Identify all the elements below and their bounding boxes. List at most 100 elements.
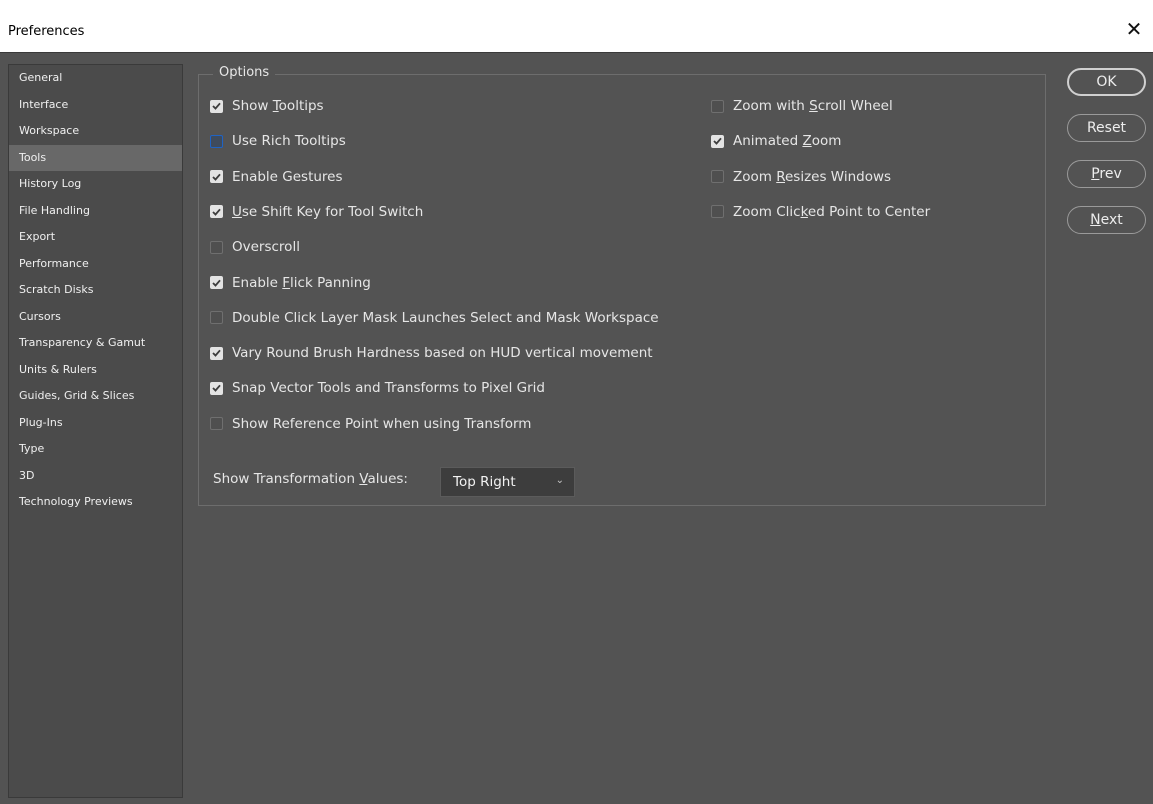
option-enable-gestures[interactable]: Enable Gestures — [210, 167, 343, 187]
option-label: Overscroll — [232, 239, 300, 255]
checkbox-checked[interactable] — [210, 170, 223, 184]
label-text: Enable Gestures — [232, 168, 343, 185]
button-label: Reset — [1086, 120, 1127, 136]
sidebar-item-units-and-rulers[interactable]: Units & Rulers — [9, 357, 182, 384]
transformation-values-select[interactable]: Top Right ⌄ — [440, 467, 575, 497]
label-text: ed Point to Center — [807, 203, 931, 220]
checkbox-checked[interactable] — [210, 99, 223, 113]
option-animated-zoom[interactable]: Animated Zoom — [711, 131, 841, 151]
sidebar-item-workspace[interactable]: Workspace — [9, 118, 182, 145]
transformation-values-selected: Top Right — [453, 474, 516, 490]
checkmark-icon — [212, 173, 221, 181]
checkbox-unchecked[interactable] — [711, 170, 724, 184]
checkbox-checked[interactable] — [210, 205, 223, 219]
label-accelerator: S — [809, 98, 818, 114]
checkbox-checked[interactable] — [210, 276, 223, 289]
transformation-values-label-post: alues: — [367, 471, 408, 487]
checkmark-icon — [212, 385, 221, 393]
prev-button[interactable]: Prev — [1067, 160, 1146, 188]
label-text: Zoom with — [733, 98, 810, 114]
label-text: Enable — [232, 274, 283, 291]
option-overscroll[interactable]: Overscroll — [210, 237, 300, 257]
checkbox-unchecked[interactable] — [210, 240, 223, 254]
label-text: oom — [811, 133, 842, 150]
sidebar-item-3d[interactable]: 3D — [9, 463, 182, 490]
sidebar-item-interface[interactable]: Interface — [9, 92, 182, 119]
option-vary-round-brush-hardness-based-on-hud-vertical-movement[interactable]: Vary Round Brush Hardness based on HUD v… — [210, 343, 653, 363]
option-snap-vector-tools-and-transforms-to-pixel-grid[interactable]: Snap Vector Tools and Transforms to Pixe… — [210, 378, 545, 398]
button-accelerator: N — [1090, 212, 1101, 228]
checkmark-icon — [212, 102, 221, 110]
sidebar-item-type[interactable]: Type — [9, 436, 182, 463]
sidebar-item-performance[interactable]: Performance — [9, 251, 182, 278]
option-zoom-with-scroll-wheel[interactable]: Zoom with Scroll Wheel — [711, 96, 893, 116]
checkmark-icon — [212, 279, 221, 287]
sidebar-item-cursors[interactable]: Cursors — [9, 304, 182, 331]
sidebar-item-export[interactable]: Export — [9, 224, 182, 251]
label-text: Show — [232, 98, 273, 114]
option-label: Vary Round Brush Hardness based on HUD v… — [232, 345, 653, 361]
sidebar-item-file-handling[interactable]: File Handling — [9, 198, 182, 225]
option-enable-flick-panning[interactable]: Enable Flick Panning — [210, 273, 371, 293]
sidebar-item-general[interactable]: General — [9, 65, 182, 92]
ok-button[interactable]: OK — [1067, 68, 1146, 96]
option-show-tooltips[interactable]: Show Tooltips — [210, 96, 324, 116]
option-label: Animated Zoom — [733, 133, 841, 149]
option-label: Show Reference Point when using Transfor… — [232, 416, 531, 432]
label-text: Animated — [733, 133, 803, 150]
checkbox-unchecked[interactable] — [210, 311, 223, 325]
label-text: Overscroll — [232, 239, 300, 256]
label-accelerator: U — [232, 203, 242, 220]
label-accelerator: Z — [802, 133, 812, 150]
sidebar-item-history-log[interactable]: History Log — [9, 171, 182, 198]
label-text: Show Reference Point when using Transfor… — [232, 415, 532, 432]
sidebar-item-scratch-disks[interactable]: Scratch Disks — [9, 277, 182, 304]
options-legend: Options — [213, 65, 276, 80]
sidebar-item-tools[interactable]: Tools — [9, 144, 182, 171]
label-accelerator: R — [776, 168, 785, 185]
next-button[interactable]: Next — [1067, 206, 1146, 234]
label-text: esizes Windows — [785, 168, 892, 185]
option-double-click-layer-mask-launches-select-and-mask-workspace[interactable]: Double Click Layer Mask Launches Select … — [210, 308, 659, 328]
checkbox-checked[interactable] — [210, 381, 223, 395]
option-label: Snap Vector Tools and Transforms to Pixe… — [232, 380, 545, 396]
window-title: Preferences — [8, 24, 85, 39]
option-label: Zoom Clicked Point to Center — [733, 204, 930, 220]
option-label: Zoom with Scroll Wheel — [733, 98, 893, 114]
checkbox-unchecked[interactable] — [711, 205, 724, 219]
label-text: lick Panning — [290, 274, 371, 291]
checkbox-checked[interactable] — [711, 134, 724, 148]
sidebar-item-transparency-and-gamut[interactable]: Transparency & Gamut — [9, 330, 182, 357]
chevron-down-icon: ⌄ — [555, 475, 564, 486]
label-text: se Shift Key for Tool Switch — [241, 203, 424, 220]
label-accelerator: k — [800, 203, 808, 220]
label-text: Use Rich Tooltips — [232, 133, 346, 150]
option-zoom-resizes-windows[interactable]: Zoom Resizes Windows — [711, 167, 891, 187]
option-use-shift-key-for-tool-switch[interactable]: Use Shift Key for Tool Switch — [210, 202, 423, 222]
option-label: Double Click Layer Mask Launches Select … — [232, 310, 659, 326]
label-text: Zoom Clic — [733, 203, 801, 220]
transformation-values-label-pre: Show Transformation — [213, 471, 360, 487]
checkbox-checked[interactable] — [210, 346, 223, 360]
button-label: ext — [1100, 212, 1123, 228]
checkbox-unchecked[interactable] — [711, 99, 724, 113]
checkbox-unchecked[interactable] — [210, 417, 223, 431]
option-show-reference-point-when-using-transform[interactable]: Show Reference Point when using Transfor… — [210, 414, 531, 434]
button-label: OK — [1096, 74, 1117, 90]
option-label: Enable Flick Panning — [232, 275, 371, 291]
options-group: Options Show Transformation Values: Top … — [198, 65, 1046, 506]
sidebar-item-plug-ins[interactable]: Plug-Ins — [9, 410, 182, 437]
option-label: Show Tooltips — [232, 98, 324, 114]
sidebar-item-guides-grid-and-slices[interactable]: Guides, Grid & Slices — [9, 383, 182, 410]
reset-button[interactable]: Reset — [1067, 114, 1146, 142]
checkmark-icon — [212, 208, 221, 216]
preferences-category-list: General Interface Workspace Tools History Lo… — [8, 64, 183, 798]
close-icon[interactable]: ✕ — [1123, 18, 1145, 40]
option-zoom-clicked-point-to-center[interactable]: Zoom Clicked Point to Center — [711, 202, 930, 222]
sidebar-item-technology-previews[interactable]: Technology Previews — [9, 489, 182, 516]
label-text: croll Wheel — [817, 98, 893, 114]
button-label: rev — [1099, 166, 1122, 182]
option-use-rich-tooltips[interactable]: Use Rich Tooltips — [210, 131, 346, 151]
checkmark-icon — [212, 349, 221, 357]
checkbox-unchecked[interactable] — [210, 134, 223, 148]
